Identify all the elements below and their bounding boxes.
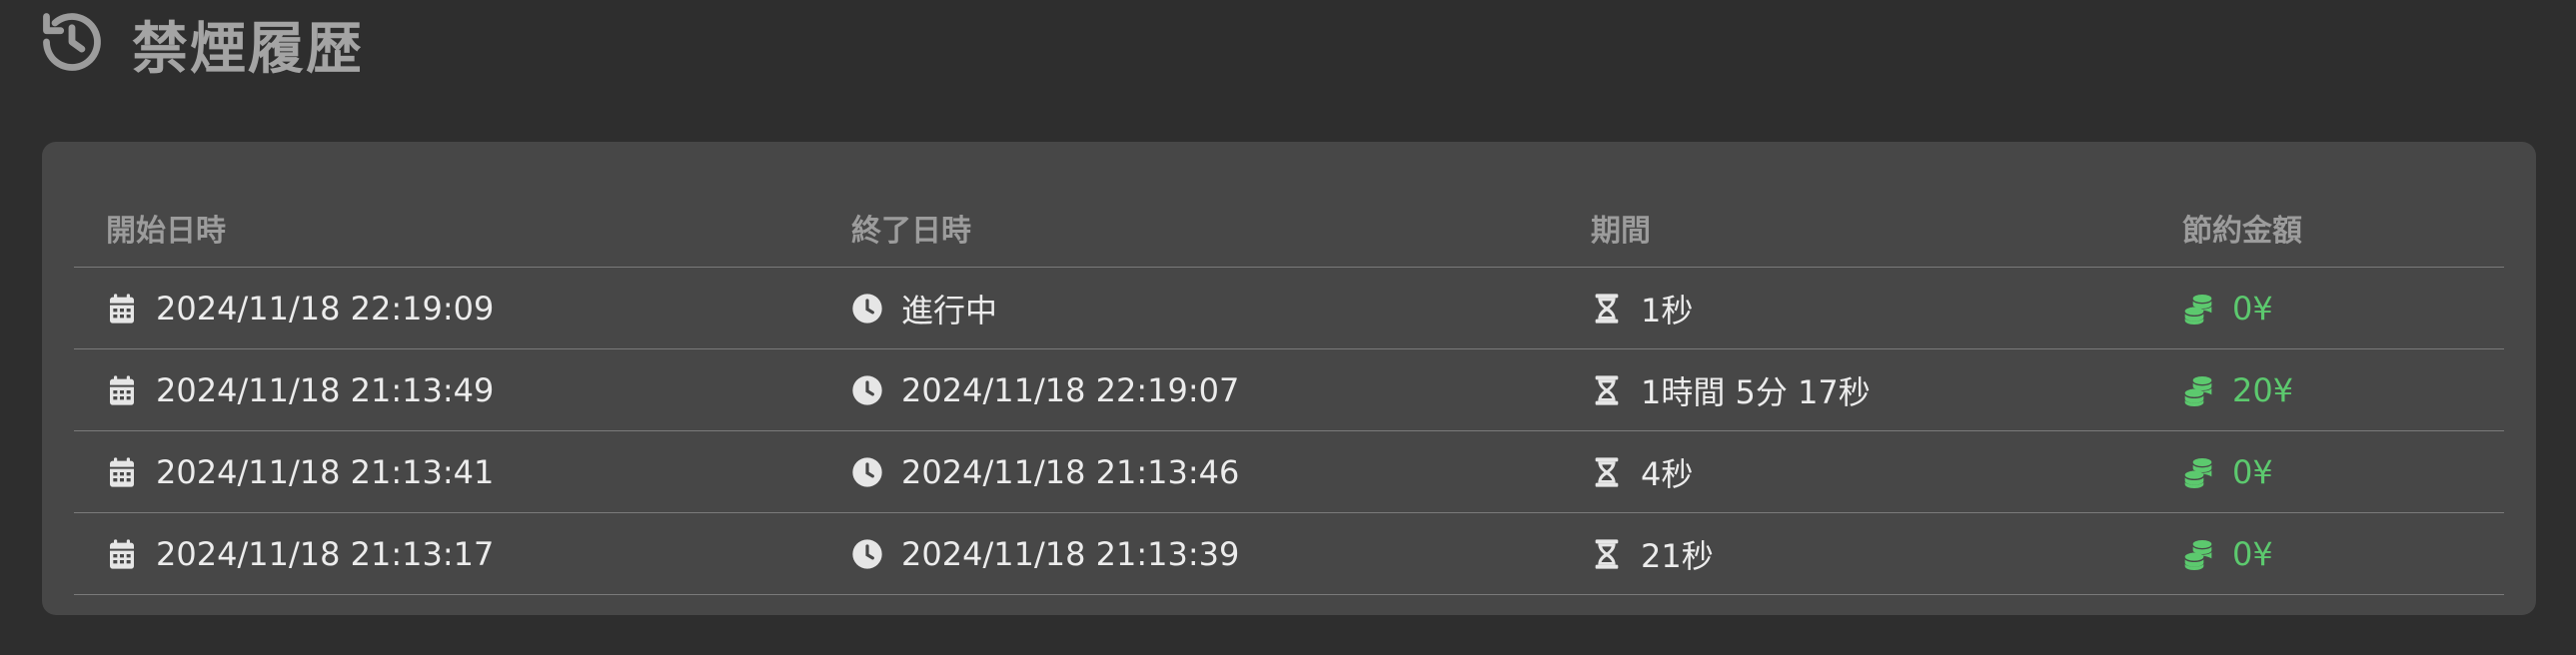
table-row: 2024/11/18 21:13:17 2024/11/18 21:13:39 … <box>74 513 2504 595</box>
coins-icon <box>2182 293 2214 325</box>
duration-cell: 1時間 5分 17秒 <box>1591 349 1871 430</box>
duration-cell: 1秒 <box>1591 268 1693 348</box>
history-table: 開始日時 終了日時 期間 節約金額 2024/11/18 22:19:09 進行… <box>74 188 2504 595</box>
column-header-start: 開始日時 <box>106 213 226 249</box>
table-row: 2024/11/18 21:13:49 2024/11/18 22:19:07 … <box>74 349 2504 431</box>
clock-icon <box>851 374 883 406</box>
duration-cell: 21秒 <box>1591 513 1714 594</box>
history-icon <box>38 8 106 80</box>
history-card: 開始日時 終了日時 期間 節約金額 2024/11/18 22:19:09 進行… <box>42 142 2536 615</box>
hourglass-icon <box>1591 374 1623 406</box>
saved-amount: 20¥ <box>2232 370 2294 409</box>
start-datetime: 2024/11/18 21:13:41 <box>156 452 495 491</box>
end-datetime: 2024/11/18 21:13:46 <box>901 452 1240 491</box>
calendar-icon <box>106 293 138 325</box>
duration-value: 1秒 <box>1641 291 1694 329</box>
start-datetime: 2024/11/18 21:13:49 <box>156 370 495 409</box>
hourglass-icon <box>1591 456 1623 488</box>
saved-cell: 0¥ <box>2182 513 2273 594</box>
clock-icon <box>851 456 883 488</box>
duration-value: 4秒 <box>1641 454 1694 493</box>
saved-amount: 0¥ <box>2232 289 2273 328</box>
coins-icon <box>2182 374 2214 406</box>
end-cell: 2024/11/18 21:13:46 <box>851 431 1239 512</box>
table-header-row: 開始日時 終了日時 期間 節約金額 <box>74 188 2504 268</box>
start-cell: 2024/11/18 22:19:09 <box>106 268 494 348</box>
saved-cell: 0¥ <box>2182 431 2273 512</box>
start-cell: 2024/11/18 21:13:49 <box>106 349 494 430</box>
duration-value: 1時間 5分 17秒 <box>1641 372 1871 411</box>
duration-cell: 4秒 <box>1591 431 1693 512</box>
coins-icon <box>2182 456 2214 488</box>
duration-value: 21秒 <box>1641 536 1714 575</box>
page-title: 禁煙履歴 <box>132 16 364 82</box>
clock-icon <box>851 538 883 570</box>
end-datetime: 2024/11/18 21:13:39 <box>901 534 1240 573</box>
start-datetime: 2024/11/18 22:19:09 <box>156 289 495 328</box>
end-datetime: 進行中 <box>901 291 998 329</box>
coins-icon <box>2182 538 2214 570</box>
column-header-end: 終了日時 <box>851 213 971 249</box>
table-row: 2024/11/18 21:13:41 2024/11/18 21:13:46 … <box>74 431 2504 513</box>
column-header-saved: 節約金額 <box>2182 213 2302 249</box>
end-datetime: 2024/11/18 22:19:07 <box>901 370 1240 409</box>
saved-amount: 0¥ <box>2232 452 2273 491</box>
column-header-duration: 期間 <box>1591 213 1651 249</box>
saved-cell: 0¥ <box>2182 268 2273 348</box>
hourglass-icon <box>1591 293 1623 325</box>
saved-amount: 0¥ <box>2232 534 2273 573</box>
table-row: 2024/11/18 22:19:09 進行中 1秒 0¥ <box>74 268 2504 349</box>
calendar-icon <box>106 456 138 488</box>
clock-icon <box>851 293 883 325</box>
end-cell: 2024/11/18 22:19:07 <box>851 349 1239 430</box>
calendar-icon <box>106 538 138 570</box>
page-header: 禁煙履歴 <box>38 4 364 84</box>
end-cell: 進行中 <box>851 268 997 348</box>
start-cell: 2024/11/18 21:13:41 <box>106 431 494 512</box>
saved-cell: 20¥ <box>2182 349 2293 430</box>
start-datetime: 2024/11/18 21:13:17 <box>156 534 495 573</box>
hourglass-icon <box>1591 538 1623 570</box>
start-cell: 2024/11/18 21:13:17 <box>106 513 494 594</box>
calendar-icon <box>106 374 138 406</box>
end-cell: 2024/11/18 21:13:39 <box>851 513 1239 594</box>
